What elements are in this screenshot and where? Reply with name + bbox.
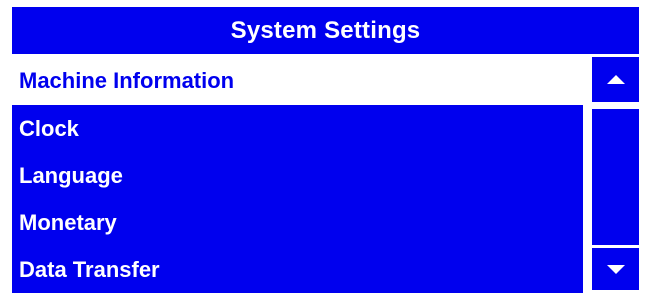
menu-item-data-transfer[interactable]: Data Transfer [12,246,583,293]
page-header: System Settings [12,7,639,54]
arrow-down-icon [606,264,625,274]
menu-item-machine-information[interactable]: Machine Information [12,57,583,104]
scroll-down-button[interactable] [592,248,639,290]
arrow-up-icon [606,75,625,84]
menu-item-language[interactable]: Language [12,152,583,199]
menu-item-monetary[interactable]: Monetary [12,199,583,246]
menu-item-label: Monetary [19,209,117,235]
menu-item-label: Clock [19,115,79,141]
menu-item-label: Language [19,162,123,188]
scroll-up-button[interactable] [592,57,639,102]
page-title: System Settings [230,16,421,44]
menu-item-label: Data Transfer [19,256,160,282]
menu-item-clock[interactable]: Clock [12,105,583,152]
scroll-track [592,109,639,245]
menu-item-label: Machine Information [19,67,235,93]
